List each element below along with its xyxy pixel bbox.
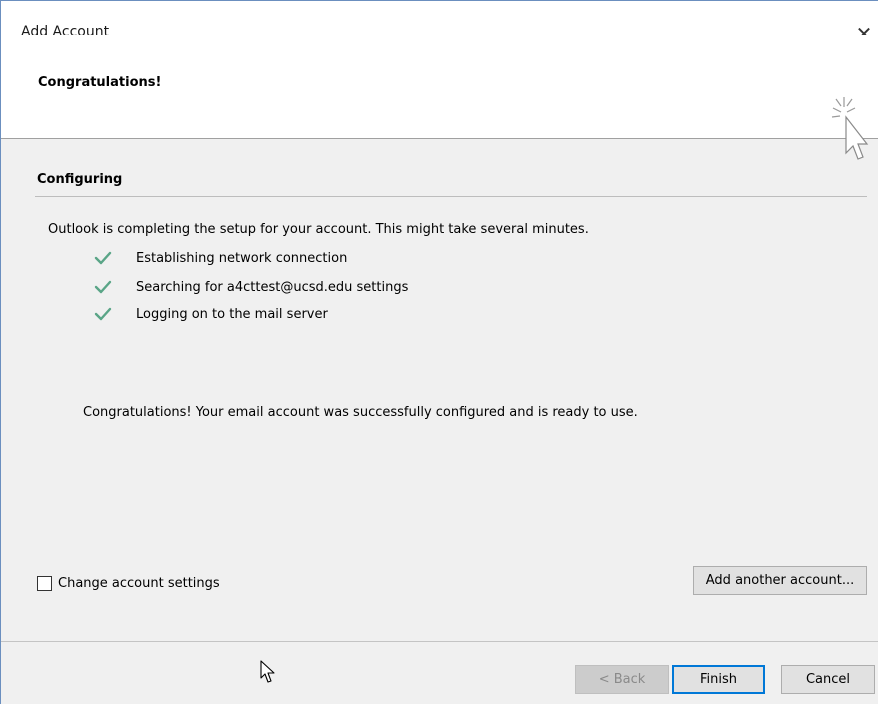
add-account-dialog: Add Account ✕ Congratulations! Configuri… <box>0 0 878 704</box>
step-label: Searching for a4cttest@ucsd.edu settings <box>136 279 409 295</box>
step-label: Establishing network connection <box>136 250 348 266</box>
footer-divider <box>1 641 878 642</box>
step-item: Searching for a4cttest@ucsd.edu settings <box>94 277 408 297</box>
intro-text: Outlook is completing the setup for your… <box>48 222 589 237</box>
step-item: Establishing network connection <box>94 248 347 268</box>
change-account-settings-checkbox[interactable] <box>37 576 52 591</box>
back-button[interactable]: < Back <box>575 665 669 694</box>
change-account-settings-option[interactable]: Change account settings <box>37 576 220 591</box>
section-title: Configuring <box>37 172 123 187</box>
success-message: Congratulations! Your email account was … <box>83 405 638 420</box>
section-divider <box>35 196 867 197</box>
mouse-pointer-icon <box>260 660 275 683</box>
step-label: Logging on to the mail server <box>136 306 328 322</box>
wizard-cursor-sparkle-icon <box>831 97 869 160</box>
add-another-account-button[interactable]: Add another account... <box>693 566 867 595</box>
finish-button[interactable]: Finish <box>672 665 765 694</box>
page-title: Congratulations! <box>38 75 162 90</box>
change-account-settings-label[interactable]: Change account settings <box>58 576 220 591</box>
check-icon <box>94 307 112 321</box>
step-item: Logging on to the mail server <box>94 304 328 324</box>
cancel-button[interactable]: Cancel <box>781 665 875 694</box>
title-bar: Add Account ✕ <box>1 1 878 46</box>
wizard-header: Congratulations! <box>1 35 878 160</box>
check-icon <box>94 280 112 294</box>
check-icon <box>94 251 112 265</box>
